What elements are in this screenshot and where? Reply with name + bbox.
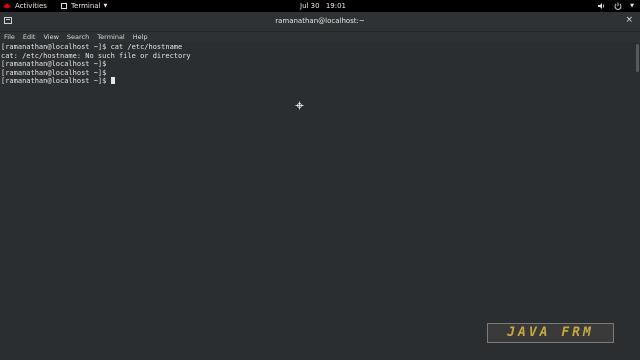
top-bar: Activities Terminal ▼ Jul 30 19:01 ▼ <box>0 0 640 12</box>
move-cursor-icon <box>295 101 304 110</box>
clock-button[interactable]: Jul 30 19:01 <box>300 0 346 12</box>
redhat-logo-icon <box>3 3 11 8</box>
clock-time: 19:01 <box>325 2 346 10</box>
window-title: ramanathan@localhost:~ <box>275 17 365 25</box>
terminal-output[interactable]: [ramanathan@localhost ~]$ cat /etc/hostn… <box>0 42 634 360</box>
close-icon[interactable]: × <box>625 15 633 25</box>
menu-help[interactable]: Help <box>133 32 148 42</box>
terminal-line: [ramanathan@localhost ~]$ <box>1 60 107 68</box>
clock-date: Jul 30 <box>300 2 320 10</box>
activities-button[interactable]: Activities <box>15 0 47 12</box>
text-cursor <box>110 77 115 84</box>
terminal-line: [ramanathan@localhost ~]$ <box>1 68 107 77</box>
system-status-area[interactable]: ▼ <box>598 0 634 12</box>
terminal-app-icon <box>60 3 67 9</box>
power-icon <box>614 2 622 10</box>
menu-view[interactable]: View <box>43 32 58 42</box>
app-menu-button[interactable]: Terminal ▼ <box>60 0 108 12</box>
window-titlebar[interactable]: ramanathan@localhost:~ × <box>0 12 640 32</box>
terminal-scrollbar[interactable] <box>636 44 639 72</box>
chevron-down-icon: ▼ <box>103 3 108 9</box>
terminal-prompt-line: [ramanathan@localhost ~]$ <box>1 77 634 86</box>
app-menu-label: Terminal <box>70 2 101 10</box>
chevron-down-icon: ▼ <box>630 3 634 9</box>
menu-edit[interactable]: Edit <box>23 32 36 42</box>
menu-terminal[interactable]: Terminal <box>97 32 124 42</box>
menu-bar: File Edit View Search Terminal Help <box>0 32 640 42</box>
top-bar-left: Activities Terminal ▼ <box>3 0 107 12</box>
terminal-line: cat: /etc/hostname: No such file or dire… <box>1 51 191 60</box>
volume-icon <box>598 3 605 9</box>
menu-file[interactable]: File <box>4 32 15 42</box>
terminal-line: [ramanathan@localhost ~]$ cat /etc/hostn… <box>1 43 183 51</box>
watermark-logo: JAVA FRM <box>487 323 614 343</box>
menu-search[interactable]: Search <box>67 32 89 42</box>
terminal-prompt: [ramanathan@localhost ~]$ <box>1 77 111 85</box>
